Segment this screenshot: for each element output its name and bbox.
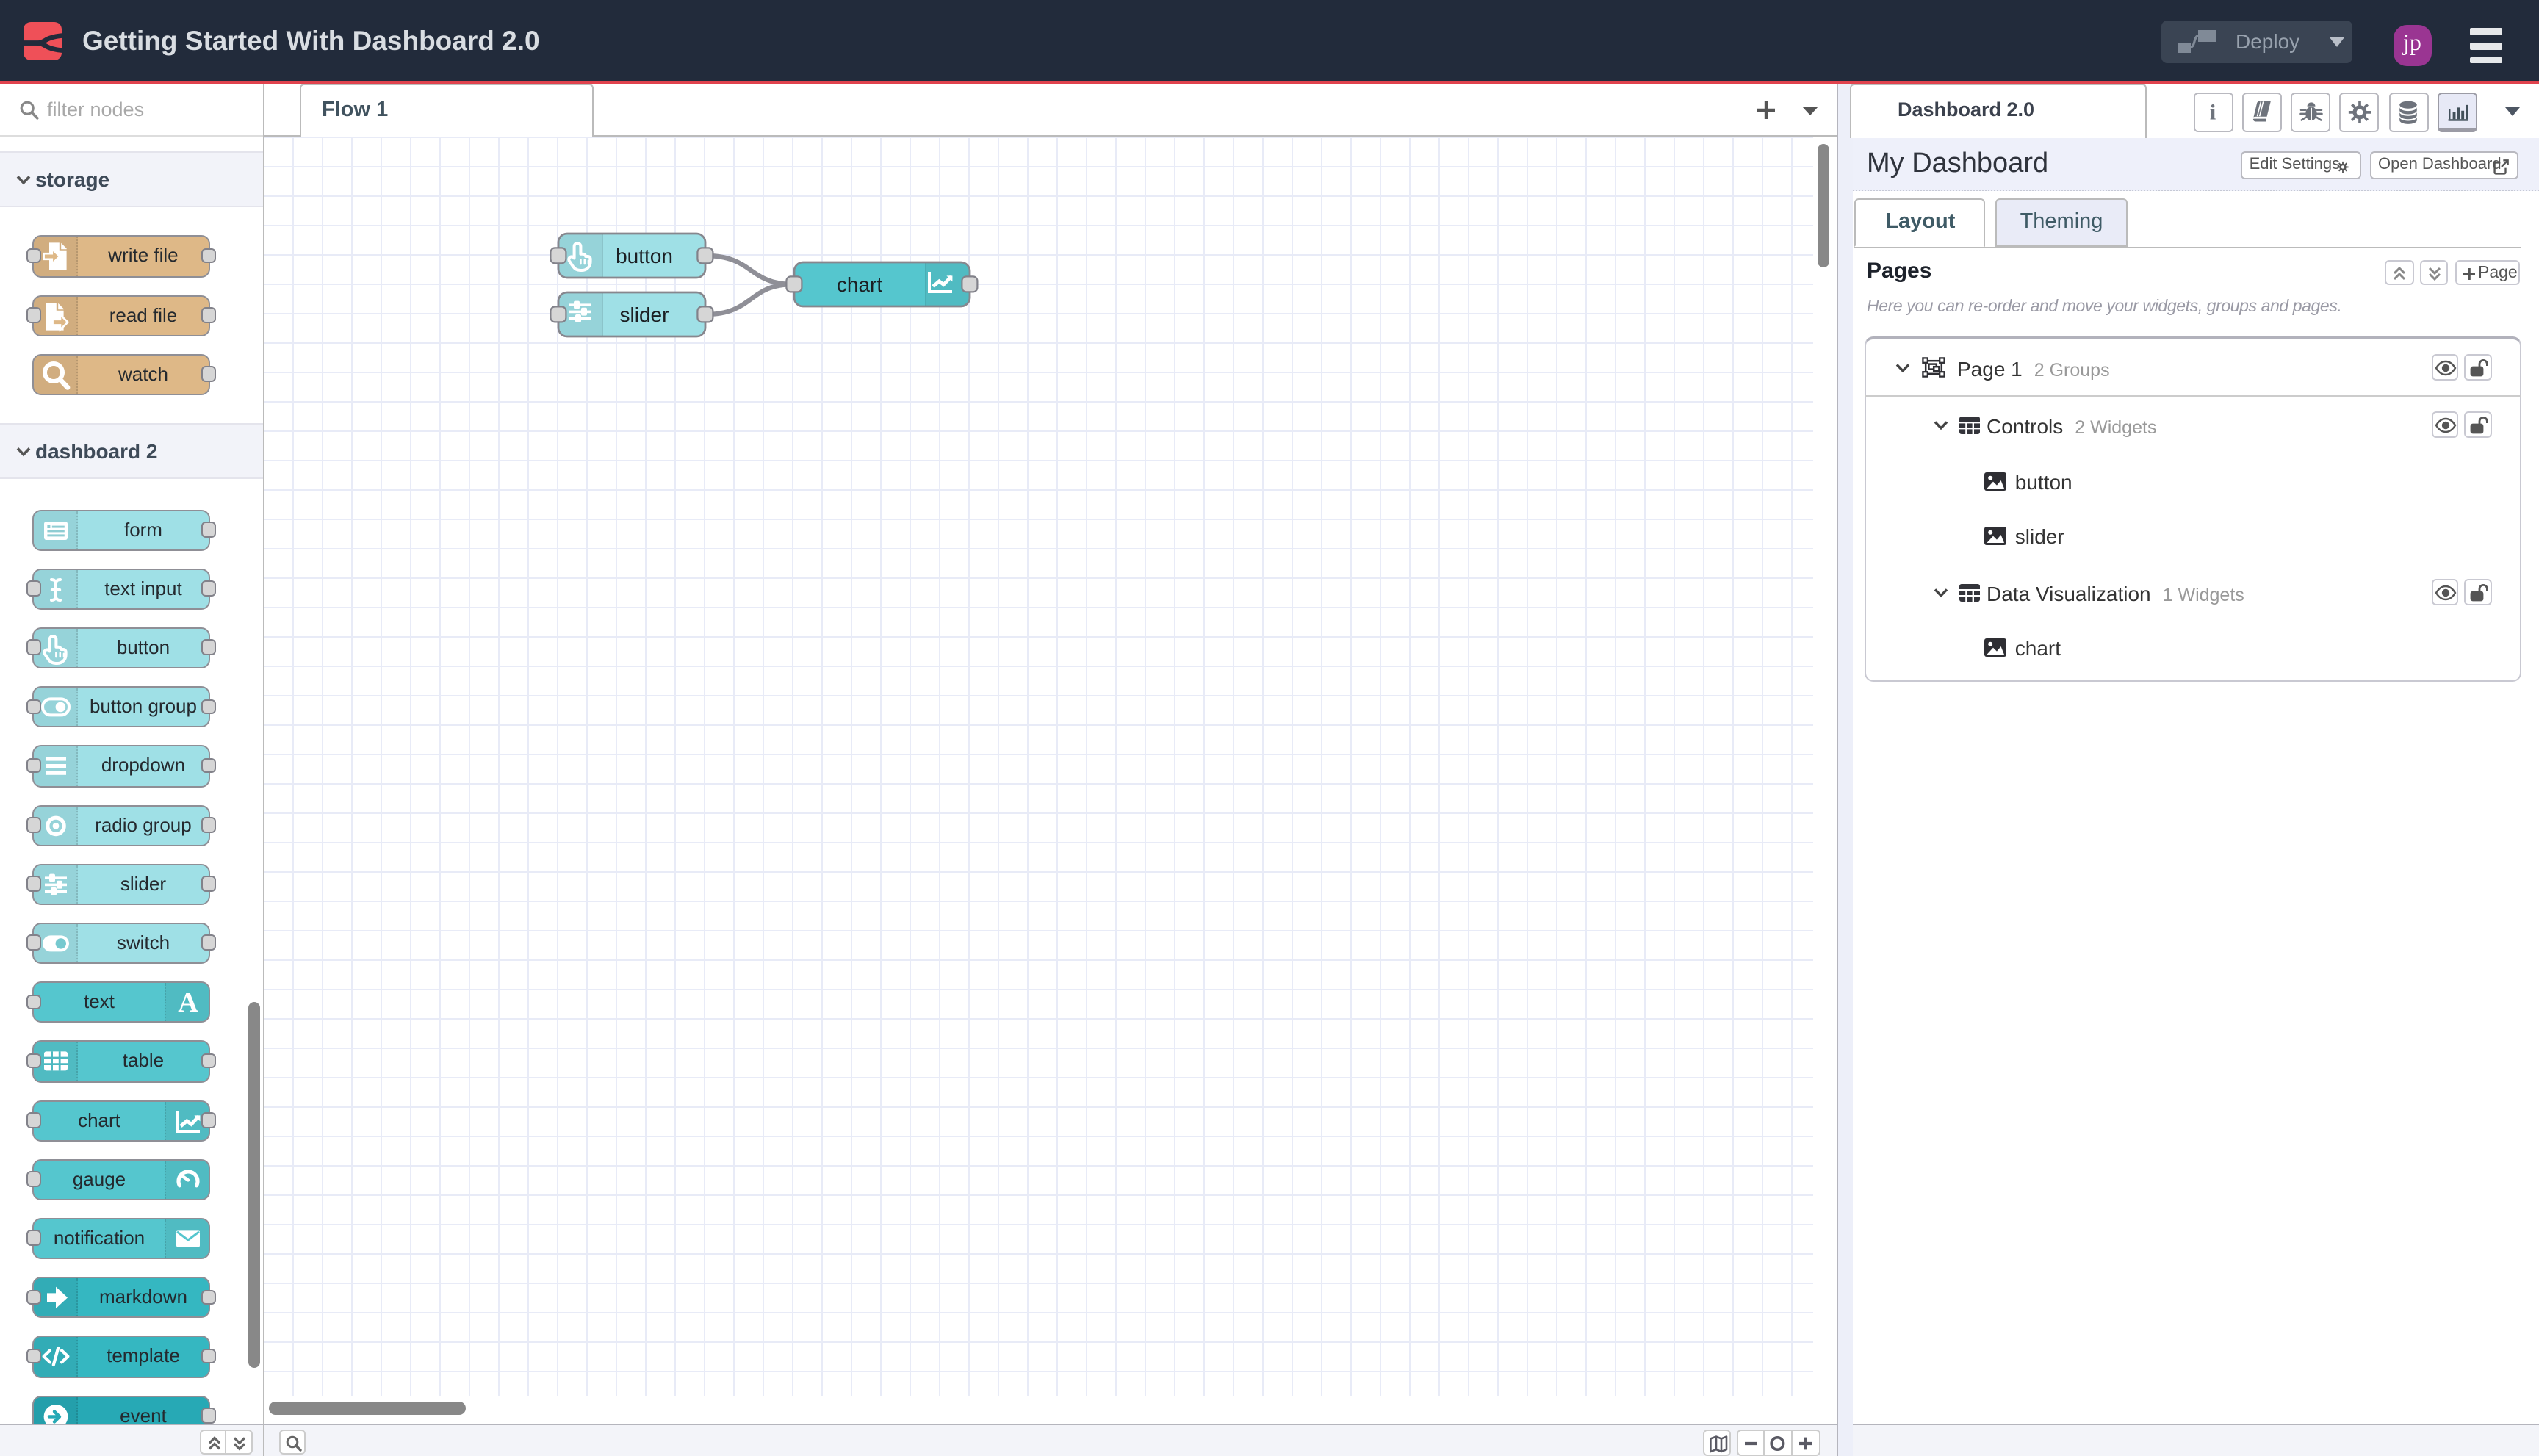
svg-text:slider: slider (620, 303, 669, 326)
svg-text:button: button (616, 245, 673, 267)
svg-text:chart: chart (837, 273, 882, 296)
svg-text:A: A (179, 987, 199, 1018)
svg-text:i: i (2210, 101, 2216, 125)
